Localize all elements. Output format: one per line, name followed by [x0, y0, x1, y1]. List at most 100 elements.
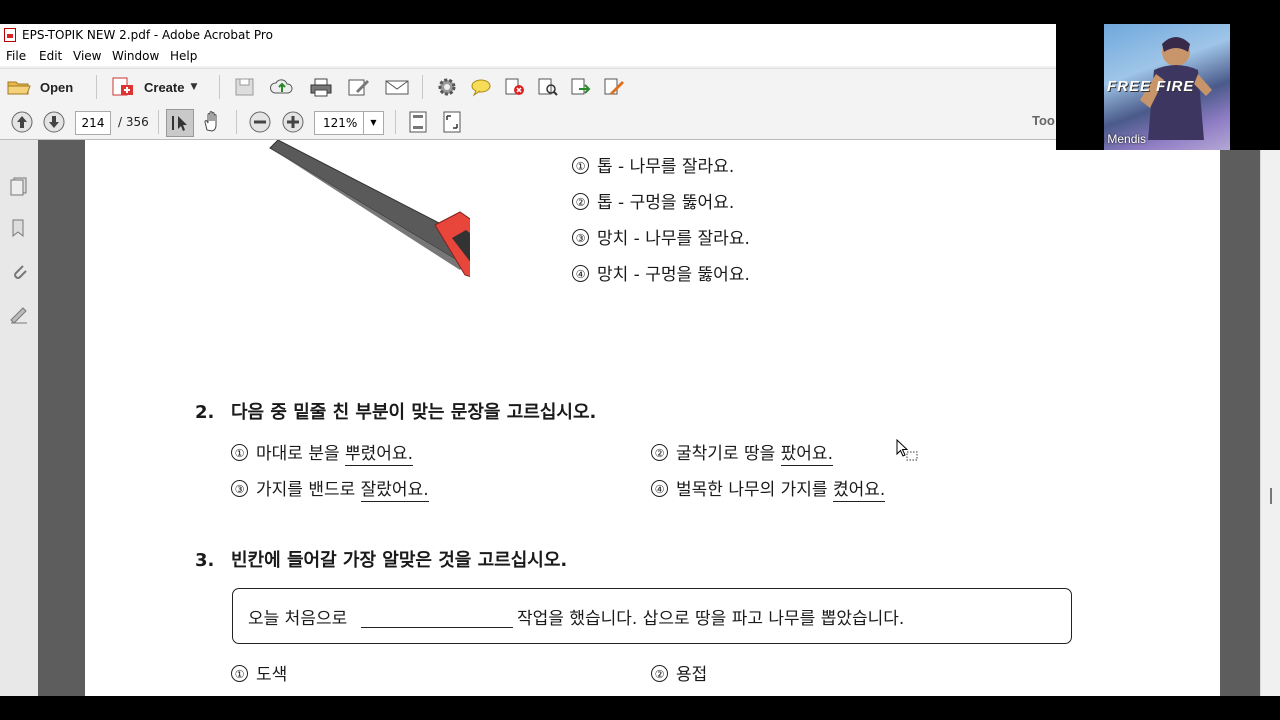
q1-option-1[interactable]: ① 톱 - 나무를 잘라요. — [572, 152, 734, 177]
option-text: 마대로 분을 — [256, 444, 346, 464]
hand-icon — [204, 111, 217, 132]
open-button[interactable]: Open — [6, 75, 73, 99]
q2-option-1[interactable]: ① 마대로 분을 뿌렸어요. — [231, 439, 413, 466]
print-icon — [310, 78, 332, 97]
passage-text-after: 작업을 했습니다. 삽으로 땅을 파고 나무를 뽑았습니다. — [517, 609, 905, 629]
question-number: 2. — [195, 402, 215, 423]
attachments-icon[interactable] — [9, 260, 29, 280]
q1-option-4[interactable]: ④ 망치 - 구멍을 뚫어요. — [572, 260, 750, 285]
option-number: ② — [651, 665, 668, 682]
underlined-text: 켰어요. — [832, 480, 886, 502]
q2-option-2[interactable]: ② 굴착기로 땅을 팠어요. — [651, 439, 833, 466]
q1-option-3[interactable]: ③ 망치 - 나무를 잘라요. — [572, 224, 750, 249]
panel-splitter[interactable] — [38, 140, 45, 696]
underlined-text: 뿌렸어요. — [345, 444, 413, 466]
edit-button[interactable] — [347, 77, 371, 97]
fit-page-button[interactable] — [406, 110, 430, 134]
pdf-page: ① 톱 - 나무를 잘라요. ② 톱 - 구멍을 뚫어요. ③ 망치 - 나무를 잘라… — [85, 140, 1220, 696]
menu-file[interactable]: File — [6, 49, 26, 63]
question-text: 다음 중 밑줄 친 부분이 맞는 문장을 고르십시오. — [231, 402, 597, 423]
option-number: ① — [231, 665, 248, 682]
option-text: 도색 — [256, 665, 288, 685]
underlined-text: 잘랐어요. — [360, 480, 429, 502]
comment-icon — [471, 79, 491, 97]
option-text: 가지를 밴드로 — [256, 480, 361, 500]
question-3: 3. 빈칸에 들어갈 가장 알맞은 것을 고르십시오. — [195, 546, 567, 572]
page-search-icon — [538, 78, 558, 96]
previous-page-button[interactable] — [10, 110, 34, 134]
question-2: 2. 다음 중 밑줄 친 부분이 맞는 문장을 고르십시오. — [195, 398, 596, 424]
create-button[interactable]: Create ▼ — [110, 75, 197, 99]
passage-text-before: 오늘 처음으로 — [248, 609, 348, 629]
delete-pages-button[interactable] — [503, 77, 527, 97]
sign-pen-icon — [604, 78, 624, 95]
print-button[interactable] — [309, 77, 333, 97]
option-number: ② — [572, 193, 589, 210]
option-text: 굴착기로 땅을 — [676, 444, 781, 464]
zoom-in-button[interactable] — [281, 110, 305, 134]
menu-view[interactable]: View — [73, 49, 101, 63]
q3-option-2[interactable]: ② 용접 — [651, 660, 707, 685]
question-text: 빈칸에 들어갈 가장 알맞은 것을 고르십시오. — [231, 550, 568, 571]
email-icon — [385, 80, 409, 95]
document-area: ① 톱 - 나무를 잘라요. ② 톱 - 구멍을 뚫어요. ③ 망치 - 나무를 잘라… — [45, 140, 1260, 696]
page-number-input[interactable]: 214 — [75, 111, 111, 135]
tools-pane-button[interactable]: Too — [1032, 113, 1055, 128]
signatures-icon[interactable] — [9, 304, 29, 324]
option-number: ④ — [651, 480, 668, 497]
option-text: 망치 - 나무를 잘라요. — [597, 229, 750, 249]
question-3-passage-box: 오늘 처음으로 작업을 했습니다. 삽으로 땅을 파고 나무를 뽑았습니다. — [232, 588, 1072, 644]
hand-tool-button[interactable] — [200, 110, 224, 134]
window-title: EPS-TOPIK NEW 2.pdf - Adobe Acrobat Pro — [22, 28, 273, 42]
q1-option-2[interactable]: ② 톱 - 구멍을 뚫어요. — [572, 188, 734, 213]
chevron-down-icon[interactable]: ▼ — [363, 112, 383, 134]
q2-option-3[interactable]: ③ 가지를 밴드로 잘랐어요. — [231, 475, 429, 502]
option-text: 망치 - 구멍을 뚫어요. — [597, 265, 750, 285]
gear-icon — [438, 78, 456, 96]
zoom-out-icon — [249, 111, 271, 133]
page-thumbnails-icon[interactable] — [9, 176, 29, 196]
upload-button[interactable] — [270, 77, 294, 97]
email-button[interactable] — [384, 77, 410, 97]
question-number: 3. — [195, 550, 215, 571]
sign-button[interactable] — [602, 77, 626, 97]
q2-option-4[interactable]: ④ 벌목한 나무의 가지를 켰어요. — [651, 475, 886, 502]
full-screen-button[interactable] — [440, 110, 464, 134]
q3-option-1[interactable]: ① 도색 — [231, 660, 287, 685]
option-text: 용접 — [676, 665, 708, 685]
bookmarks-icon[interactable] — [9, 218, 29, 238]
folder-icon — [7, 81, 31, 95]
option-number: ① — [572, 157, 589, 174]
search-pages-button[interactable] — [536, 77, 560, 97]
option-number: ③ — [572, 229, 589, 246]
blank-line — [361, 627, 513, 628]
create-label: Create — [144, 79, 185, 95]
delete-page-icon — [505, 78, 524, 95]
page-total: / 356 — [118, 115, 149, 129]
chevron-down-icon: ▼ — [190, 82, 198, 92]
comment-button[interactable] — [469, 77, 493, 97]
settings-button[interactable] — [436, 77, 458, 97]
vertical-scrollbar[interactable] — [1260, 140, 1280, 696]
next-page-button[interactable] — [42, 110, 66, 134]
open-label: Open — [40, 79, 74, 95]
option-text: 톱 - 나무를 잘라요. — [597, 157, 735, 177]
export-icon — [571, 78, 591, 95]
participant-name: Chamila Mendis — [1104, 132, 1147, 146]
cloud-upload-icon — [270, 79, 293, 94]
expand-icon — [443, 111, 461, 133]
navigation-pane — [0, 140, 39, 696]
menu-help[interactable]: Help — [170, 49, 197, 63]
select-tool-button[interactable] — [166, 109, 194, 137]
save-icon — [235, 78, 254, 96]
mouse-cursor-icon — [896, 439, 918, 461]
menu-window[interactable]: Window — [112, 49, 159, 63]
scrollbar-thumb[interactable] — [1270, 488, 1272, 504]
export-button[interactable] — [569, 77, 593, 97]
zoom-value: 121% — [323, 116, 358, 130]
zoom-select[interactable]: 121% ▼ — [314, 111, 384, 135]
menu-edit[interactable]: Edit — [39, 49, 62, 63]
zoom-out-button[interactable] — [248, 110, 272, 134]
option-text: 벌목한 나무의 가지를 — [676, 480, 833, 500]
save-button[interactable] — [234, 77, 256, 97]
